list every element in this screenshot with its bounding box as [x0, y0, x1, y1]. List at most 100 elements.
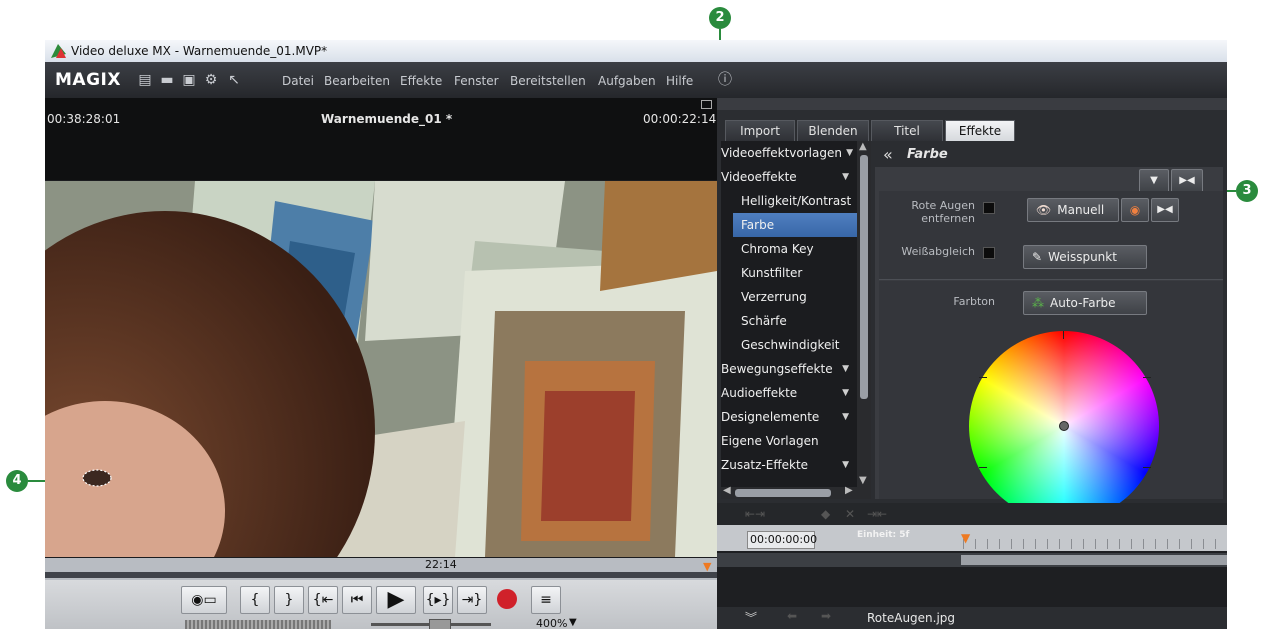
- category-own-presets[interactable]: Eigene Vorlagen: [721, 429, 857, 453]
- tab-effekte[interactable]: Effekte: [945, 120, 1015, 141]
- help-cursor-icon[interactable]: ↖: [226, 72, 242, 88]
- effect-item-verzerrung[interactable]: Verzerrung: [741, 285, 857, 309]
- window-maximize-icon[interactable]: [701, 100, 712, 109]
- wheel-tick-left: [979, 377, 987, 378]
- menu-bearbeiten[interactable]: Bearbeiten: [324, 74, 390, 88]
- horizontal-scroll-thumb[interactable]: [735, 489, 831, 497]
- timeline-unit-label: Einheit: 5f: [857, 530, 910, 540]
- add-keyframe-icon[interactable]: ◆: [821, 507, 830, 521]
- monitor-mode-button[interactable]: ◉▭: [181, 586, 227, 614]
- effect-item-helligkeit[interactable]: Helligkeit/Kontrast: [741, 189, 857, 213]
- go-to-in-button[interactable]: {⇤: [308, 586, 338, 614]
- record-button[interactable]: [497, 589, 517, 609]
- timeline-toolbar: ⇤⇥ ◆ ✕ ⇥⇤: [717, 503, 1227, 525]
- red-eye-checkbox[interactable]: [983, 202, 995, 214]
- jog-wheel[interactable]: [185, 620, 331, 629]
- scroll-left-icon[interactable]: ◀: [723, 485, 731, 496]
- timeline-ruler[interactable]: [963, 539, 1227, 549]
- delete-keyframe-icon[interactable]: ✕: [845, 507, 855, 521]
- clip-title: Warnemuende_01 *: [321, 112, 453, 126]
- callout-4: 4: [6, 470, 28, 492]
- play-in-out-button[interactable]: {▸}: [423, 586, 453, 614]
- scroll-down-icon[interactable]: ▼: [859, 475, 867, 486]
- preview-scrubber[interactable]: 22:14 ▼: [45, 558, 717, 580]
- hue-picker-handle[interactable]: [1059, 421, 1069, 431]
- tab-import[interactable]: Import: [725, 120, 795, 141]
- chevron-down-icon: ▼: [842, 364, 849, 374]
- vertical-scroll-thumb[interactable]: [860, 155, 868, 399]
- effect-item-farbe[interactable]: Farbe: [733, 213, 857, 237]
- app-icon: [51, 44, 66, 58]
- category-label: Videoeffekte: [721, 170, 797, 184]
- menu-datei[interactable]: Datei: [282, 74, 314, 88]
- white-point-button[interactable]: ✎ Weisspunkt: [1023, 245, 1147, 269]
- zoom-dropdown-icon[interactable]: ▼: [569, 617, 577, 628]
- scrubber-track: [45, 572, 717, 578]
- timeline-timecode[interactable]: 00:00:00:00: [747, 531, 817, 549]
- timeline-playhead-icon[interactable]: ▼: [961, 531, 970, 545]
- menu-aufgaben[interactable]: Aufgaben: [598, 74, 656, 88]
- back-button[interactable]: «: [883, 145, 893, 164]
- manual-button-label: Manuell: [1057, 203, 1105, 217]
- back-arrow-icon[interactable]: ⬅: [787, 609, 797, 623]
- manual-button[interactable]: 👁 Manuell: [1027, 198, 1119, 222]
- timecode-duration: 00:00:22:14: [643, 112, 717, 126]
- scroll-right-icon[interactable]: ▶: [845, 485, 853, 496]
- info-icon[interactable]: ⓘ: [717, 72, 733, 88]
- zoom-slider-handle[interactable]: [429, 619, 451, 629]
- horizontal-scrollbar[interactable]: ◀ ▶: [721, 485, 857, 499]
- category-design-elements[interactable]: Designelemente ▼: [721, 405, 857, 429]
- auto-color-button[interactable]: ⁂ Auto-Farbe: [1023, 291, 1147, 315]
- forward-arrow-icon[interactable]: ➡: [821, 609, 831, 623]
- menu-hilfe[interactable]: Hilfe: [666, 74, 693, 88]
- zoom-level[interactable]: 400%: [536, 617, 567, 629]
- menu-effekte[interactable]: Effekte: [400, 74, 442, 88]
- options-list-button[interactable]: ≡: [531, 586, 561, 614]
- save-icon[interactable]: ▣: [181, 72, 197, 88]
- callout-2: 2: [709, 7, 731, 29]
- tab-blenden[interactable]: Blenden: [797, 120, 869, 141]
- go-to-out-button[interactable]: ⇥}: [457, 586, 487, 614]
- collapse-button[interactable]: ▶◀: [1171, 169, 1203, 193]
- category-extra-effects[interactable]: Zusatz-Effekte ▼: [721, 453, 857, 477]
- effect-item-chroma-key[interactable]: Chroma Key: [741, 237, 857, 261]
- mark-in-button[interactable]: {: [240, 586, 270, 614]
- open-folder-icon[interactable]: ▬: [159, 72, 175, 88]
- effect-item-schaerfe[interactable]: Schärfe: [741, 309, 857, 333]
- track-scroll[interactable]: [961, 555, 1227, 565]
- category-video-effects[interactable]: Videoeffekte ▼: [721, 165, 857, 189]
- menu-fenster[interactable]: Fenster: [454, 74, 499, 88]
- white-balance-checkbox[interactable]: [983, 247, 995, 259]
- settings-gear-icon[interactable]: ⚙: [203, 72, 219, 88]
- new-file-icon[interactable]: ▤: [137, 72, 153, 88]
- wheel-tick-right: [1143, 377, 1151, 378]
- chevron-down-icon: ▼: [842, 460, 849, 470]
- auto-red-eye-button[interactable]: ◉: [1121, 198, 1149, 222]
- category-audio-effects[interactable]: Audioeffekte ▼: [721, 381, 857, 405]
- category-label: Designelemente: [721, 410, 820, 424]
- preset-dropdown-button[interactable]: ▼: [1139, 169, 1169, 193]
- previous-marker-button[interactable]: ⏮: [342, 586, 372, 614]
- media-pool-panel: Import Blenden Titel Effekte Videoeffekt…: [717, 98, 1227, 629]
- scroll-up-icon[interactable]: ▲: [859, 141, 867, 152]
- vertical-scrollbar[interactable]: ▲ ▼: [857, 141, 871, 499]
- tab-titel[interactable]: Titel: [871, 120, 943, 141]
- prev-keyframe-icon[interactable]: ⇤⇥: [745, 507, 765, 521]
- eye-icon: 👁: [1036, 203, 1052, 217]
- effect-item-geschwindigkeit[interactable]: Geschwindigkeit: [741, 333, 857, 357]
- play-button[interactable]: ▶: [376, 586, 416, 614]
- timeline-footer: ︾ ⬅ ➡ RoteAugen.jpg: [717, 607, 1227, 629]
- chevron-down-icon: ▼: [842, 388, 849, 398]
- red-eye-collapse-button[interactable]: ▶◀: [1151, 198, 1179, 222]
- category-motion-effects[interactable]: Bewegungseffekte ▼: [721, 357, 857, 381]
- video-frame[interactable]: [45, 181, 717, 557]
- expand-down-icon[interactable]: ︾: [745, 609, 757, 626]
- effect-item-kunstfilter[interactable]: Kunstfilter: [741, 261, 857, 285]
- category-label: Zusatz-Effekte: [721, 458, 809, 472]
- mark-out-button[interactable]: }: [274, 586, 304, 614]
- next-keyframe-icon[interactable]: ⇥⇤: [867, 507, 887, 521]
- menu-bereitstellen[interactable]: Bereitstellen: [510, 74, 586, 88]
- category-video-presets[interactable]: Videoeffektvorlagen ▼: [721, 141, 857, 165]
- playhead-marker-icon[interactable]: ▼: [703, 560, 711, 573]
- transport-bar: ◉▭ { } {⇤ ⏮ ▶ {▸} ⇥} ≡ 400% ▼: [45, 580, 717, 629]
